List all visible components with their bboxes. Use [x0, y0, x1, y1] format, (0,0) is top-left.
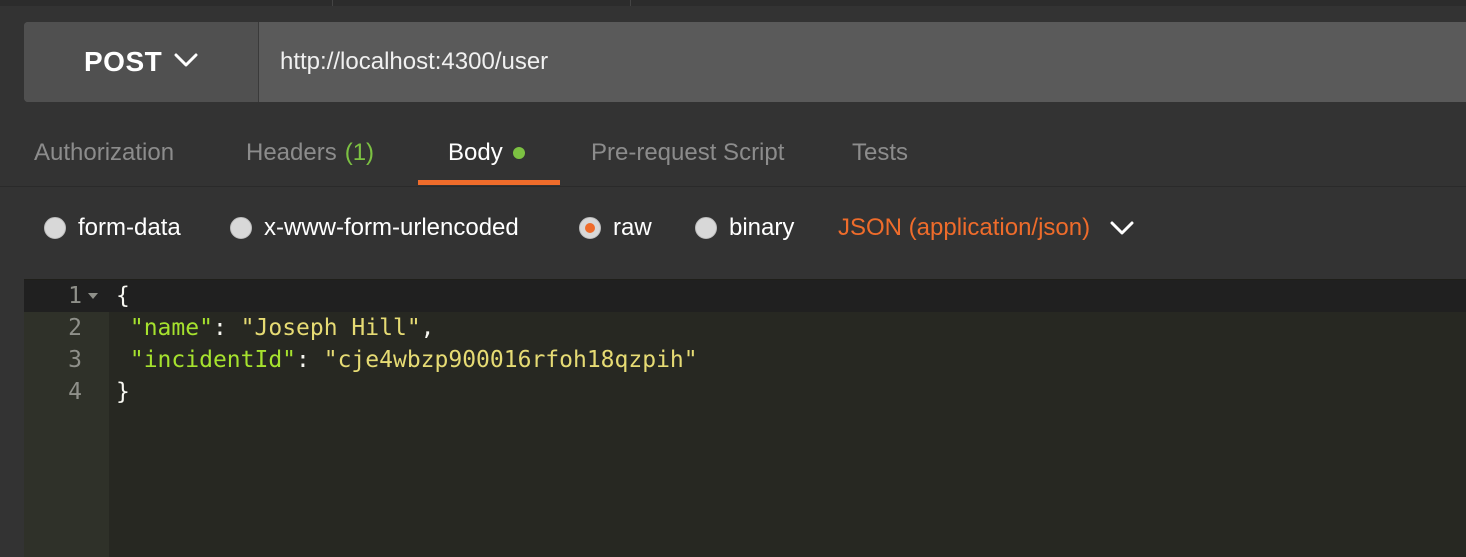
tab-label: Tests — [852, 139, 909, 166]
radio-raw[interactable]: raw — [579, 200, 652, 256]
radio-label: x-www-form-urlencoded — [264, 214, 519, 241]
code-editor[interactable]: 1 { 2 "name": "Joseph Hill", 3 "incident… — [24, 279, 1466, 557]
radio-form-data[interactable]: form-data — [44, 200, 181, 256]
method-dropdown[interactable]: POST — [24, 22, 259, 102]
json-key: "incidentId" — [129, 347, 297, 373]
radio-button-icon[interactable] — [230, 217, 252, 239]
body-indicator-dot-icon — [512, 147, 525, 159]
tab-label: Authorization — [34, 139, 175, 166]
editor-line[interactable]: 3 "incidentId": "cje4wbzp900016rfoh18qzp… — [24, 344, 1466, 376]
radio-button-checked-icon[interactable] — [579, 217, 601, 239]
divider — [0, 186, 1466, 187]
request-tabs: Authorization Headers (1) Body Pre-reque… — [0, 120, 1466, 186]
tab-pre-request-script[interactable]: Pre-request Script — [591, 120, 784, 186]
divider — [630, 0, 631, 6]
tab-label: Body — [448, 139, 503, 166]
open-brace: { — [116, 283, 130, 309]
radio-label: form-data — [78, 214, 181, 241]
tab-label: Pre-request Script — [591, 139, 785, 166]
tab-authorization[interactable]: Authorization — [34, 120, 174, 186]
json-comma: , — [420, 315, 435, 341]
editor-line[interactable]: 2 "name": "Joseph Hill", — [24, 312, 1466, 344]
radio-label: raw — [613, 214, 652, 241]
request-bar: POST — [24, 22, 1466, 102]
chevron-down-icon — [1110, 221, 1134, 235]
json-separator: : — [296, 347, 324, 373]
tab-label: Headers — [246, 139, 337, 166]
body-type-selector: form-data x-www-form-urlencoded raw bina… — [0, 200, 1466, 256]
radio-x-www-form-urlencoded[interactable]: x-www-form-urlencoded — [230, 200, 519, 256]
radio-binary[interactable]: binary — [695, 200, 794, 256]
content-type-dropdown[interactable]: JSON (application/json) — [838, 200, 1134, 256]
method-label: POST — [84, 46, 163, 77]
content-type-label: JSON (application/json) — [838, 214, 1091, 241]
headers-count-badge: (1) — [344, 139, 375, 166]
divider — [332, 0, 333, 6]
line-number: 4 — [68, 379, 82, 405]
radio-button-icon[interactable] — [44, 217, 66, 239]
window-top-strip — [0, 0, 1466, 6]
tab-headers[interactable]: Headers (1) — [246, 120, 374, 186]
line-number: 2 — [68, 315, 82, 341]
line-number: 3 — [68, 347, 82, 373]
json-separator: : — [212, 315, 241, 341]
json-value: "cje4wbzp900016rfoh18qzpih" — [323, 347, 698, 373]
radio-button-icon[interactable] — [695, 217, 717, 239]
tab-body[interactable]: Body — [448, 120, 525, 186]
editor-line[interactable]: 4 } — [24, 376, 1466, 408]
tab-tests[interactable]: Tests — [852, 120, 908, 186]
close-brace: } — [116, 379, 130, 405]
radio-label: binary — [729, 214, 795, 241]
json-key: "name" — [129, 315, 213, 341]
url-input[interactable] — [259, 22, 1466, 102]
editor-line[interactable]: 1 { — [24, 280, 1466, 312]
json-value: "Joseph Hill" — [240, 315, 421, 341]
line-number: 1 — [68, 283, 82, 309]
fold-arrow-icon[interactable] — [88, 293, 98, 299]
chevron-down-icon — [174, 53, 198, 67]
active-tab-underline — [418, 180, 560, 185]
